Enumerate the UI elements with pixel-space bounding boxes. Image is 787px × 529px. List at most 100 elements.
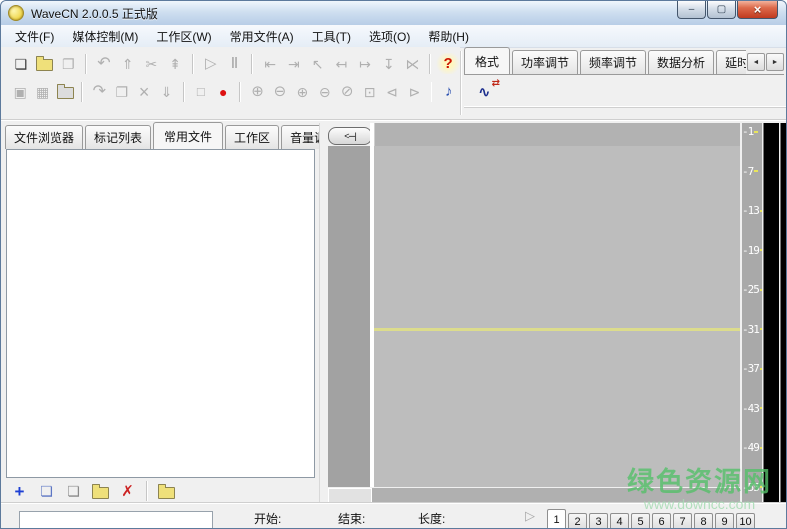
delete-icon[interactable]: × — [133, 81, 155, 102]
zoom-out-icon[interactable]: ⊖ — [269, 81, 291, 102]
marker-drop-icon[interactable]: ↧ — [377, 53, 401, 74]
status-message-field — [19, 511, 213, 529]
add-folder-icon[interactable] — [87, 481, 114, 502]
page-button-7[interactable]: 7 — [673, 513, 692, 529]
folder-glyph — [92, 487, 109, 499]
play-icon[interactable]: ▷ — [199, 53, 223, 74]
add-item-icon[interactable]: + — [6, 481, 33, 502]
toolbar-separator — [146, 481, 148, 501]
tab-marker-list[interactable]: 标记列表 — [85, 125, 151, 149]
page-button-5[interactable]: 5 — [631, 513, 650, 529]
extract-file-icon[interactable]: ❏ — [60, 481, 87, 502]
page-button-2[interactable]: 2 — [568, 513, 587, 529]
tab-data-analysis[interactable]: 数据分析 — [648, 50, 714, 74]
add-file-icon[interactable]: ❏ — [33, 481, 60, 502]
minimize-button[interactable]: – — [677, 1, 706, 19]
zoom-selection-in-icon[interactable]: ⊕ — [291, 81, 313, 102]
menu-item-1[interactable]: 媒体控制(M) — [63, 25, 147, 48]
cut-icon[interactable]: ✂ — [140, 53, 164, 74]
tab-common-files[interactable]: 常用文件 — [153, 122, 223, 149]
undo-icon[interactable]: ↶ — [92, 53, 116, 74]
common-files-list[interactable] — [6, 149, 315, 478]
open-file-icon[interactable] — [33, 53, 57, 74]
menu-item-0[interactable]: 文件(F) — [6, 25, 63, 48]
paste-insert-icon[interactable]: ⇞ — [163, 53, 187, 74]
status-bar: 开始: 结束: 长度: ▷ 12345678910 — [1, 503, 786, 528]
menu-item-5[interactable]: 选项(O) — [360, 25, 419, 48]
pause-icon[interactable]: ‖ — [223, 53, 247, 74]
sine-wave-glyph: ∿ — [478, 83, 491, 101]
select-to-start-icon[interactable]: ⇤ — [258, 53, 282, 74]
ruler-label: -7 — [742, 165, 762, 178]
tab-workspace[interactable]: 工作区 — [225, 125, 279, 149]
page-button-9[interactable]: 9 — [715, 513, 734, 529]
marker-next-icon[interactable]: ↦ — [353, 53, 377, 74]
toolbar-separator — [192, 54, 194, 74]
zero-amplitude-line — [374, 328, 740, 331]
menu-item-2[interactable]: 工作区(W) — [147, 25, 220, 48]
save-file-icon[interactable]: ▣ — [9, 81, 31, 102]
close-all-icon[interactable] — [54, 81, 76, 102]
menu-item-6[interactable]: 帮助(H) — [419, 25, 478, 48]
delete-item-icon[interactable]: ✗ — [114, 481, 141, 502]
ruler-label: -25 — [742, 283, 762, 296]
zoom-off-icon[interactable]: ⊘ — [336, 81, 358, 102]
format-convert-icon[interactable]: ∿ ⇄ — [478, 81, 498, 99]
redo-icon[interactable]: ↷ — [88, 81, 110, 102]
new-file-icon[interactable]: ❏ — [9, 53, 33, 74]
marker-prev-icon[interactable]: ↤ — [329, 53, 353, 74]
zoom-left-icon[interactable]: ⊲ — [381, 81, 403, 102]
play-indicator-icon[interactable]: ▷ — [525, 508, 535, 524]
volume-list-icon[interactable]: ♪ — [437, 81, 459, 102]
tab-format[interactable]: 格式 — [464, 47, 510, 74]
page-button-3[interactable]: 3 — [589, 513, 608, 529]
open-folder-icon[interactable] — [153, 481, 180, 502]
app-logo-icon — [8, 5, 24, 21]
zoom-right-icon[interactable]: ⊳ — [403, 81, 425, 102]
page-button-4[interactable]: 4 — [610, 513, 629, 529]
save-all-icon[interactable]: ▦ — [31, 81, 53, 102]
copy-icon[interactable]: ❐ — [111, 81, 133, 102]
tab-freq-adjust[interactable]: 频率调节 — [580, 50, 646, 74]
wave-editor: <---| -1-7-13-19-25-31-37-43-49-55 — [326, 123, 786, 504]
help-icon[interactable]: ? — [436, 53, 460, 74]
record-icon[interactable]: ● — [212, 81, 234, 102]
db-ruler: -1-7-13-19-25-31-37-43-49-55 — [742, 123, 762, 506]
maximize-button[interactable]: ▢ — [707, 1, 736, 19]
toolbar-separator — [239, 82, 241, 102]
page-button-8[interactable]: 8 — [694, 513, 713, 529]
marker-select-icon[interactable]: ⋉ — [401, 53, 425, 74]
tabs-scroll-left-button[interactable]: ◄ — [747, 53, 765, 71]
ruler-tick — [760, 368, 762, 370]
menu-item-4[interactable]: 工具(T) — [303, 25, 360, 48]
paste-special-icon[interactable]: ⇓ — [155, 81, 177, 102]
mix-paste-icon[interactable]: ⇑ — [116, 53, 140, 74]
select-cursor-icon[interactable]: ↖ — [306, 53, 330, 74]
ruler-tick — [760, 210, 762, 212]
tab-delay[interactable]: 延时 — [716, 50, 746, 74]
select-to-end-icon[interactable]: ⇥ — [282, 53, 306, 74]
tab-file-browser[interactable]: 文件浏览器 — [5, 125, 83, 149]
page-button-1[interactable]: 1 — [547, 509, 566, 529]
collapse-panel-button[interactable]: <---| — [328, 127, 372, 145]
title-bar[interactable]: WaveCN 2.0.0.5 正式版 – ▢ × — [1, 1, 786, 26]
tab-power-adjust[interactable]: 功率调节 — [512, 50, 578, 74]
page-button-6[interactable]: 6 — [652, 513, 671, 529]
channel-info-column — [328, 146, 370, 487]
close-button[interactable]: × — [737, 1, 778, 19]
zoom-in-icon[interactable]: ⊕ — [246, 81, 268, 102]
page-button-10[interactable]: 10 — [736, 513, 755, 529]
waveform-canvas[interactable] — [374, 146, 740, 487]
window-controls: – ▢ × — [676, 1, 778, 19]
ruler-tick — [760, 407, 762, 409]
zoom-selection-out-icon[interactable]: ⊖ — [314, 81, 336, 102]
zoom-box-icon[interactable]: ⊡ — [358, 81, 380, 102]
ruler-label: -31 — [742, 323, 762, 336]
tabs-scroll-right-button[interactable]: ► — [766, 53, 784, 71]
page-buttons: 12345678910 — [547, 509, 757, 529]
stop-icon[interactable]: □ — [190, 81, 212, 102]
menu-item-3[interactable]: 常用文件(A) — [221, 25, 303, 48]
revert-file-icon[interactable]: ❐ — [56, 53, 80, 74]
start-label: 开始: — [254, 510, 281, 527]
toolbar-divider — [460, 51, 462, 115]
